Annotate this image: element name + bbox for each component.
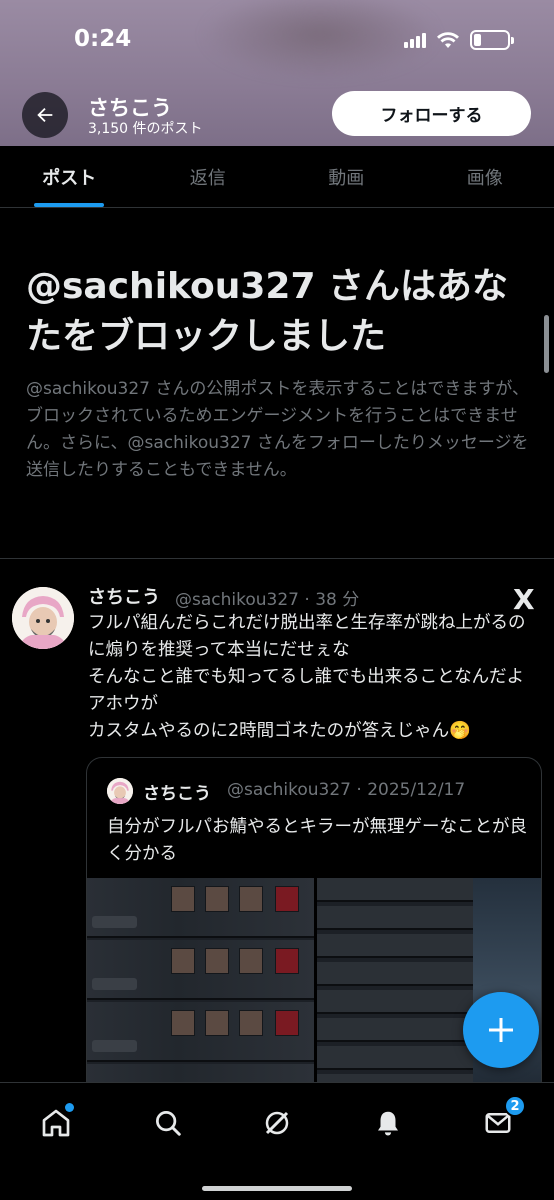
bottom-navigation: 2 [0,1082,554,1200]
nav-notifications[interactable] [366,1101,410,1145]
compose-button[interactable] [463,992,539,1068]
quote-media[interactable] [87,878,541,1096]
post-meta: @sachikou327 · 38 分 [175,590,360,610]
media-image-1[interactable] [87,878,314,1096]
home-indicator [202,1186,352,1191]
arrow-left-icon [37,107,53,123]
avatar[interactable] [12,587,74,649]
post-count: 3,150 件のポスト [88,121,203,137]
quote-author-name: さちこう [143,784,211,804]
home-unread-dot [65,1103,74,1112]
profile-tabs: ポスト 返信 動画 画像 [0,146,554,208]
wifi-icon [437,32,459,48]
tab-replies[interactable]: 返信 [139,146,278,207]
nav-search[interactable] [146,1101,190,1145]
back-button[interactable] [22,92,68,138]
blocked-title: @sachikou327 さんはあなたをブロックしました [26,266,509,357]
quote-avatar [107,778,133,804]
scrollbar[interactable] [544,315,549,373]
status-time: 0:24 [74,26,132,52]
follow-button[interactable]: フォローする [332,91,531,136]
profile-banner: 0:24 さちこう 3,150 件のポスト フォローする [0,0,554,146]
tab-images[interactable]: 画像 [416,146,554,207]
messages-badge: 2 [504,1095,526,1117]
cellular-signal-icon [404,32,426,48]
nav-messages[interactable]: 2 [476,1095,526,1145]
nav-grok[interactable] [255,1101,299,1145]
status-icons [404,30,514,50]
divider [0,558,554,559]
post-author-name[interactable]: さちこう [88,583,160,609]
blocked-description: @sachikou327 さんの公開ポストを表示することはできますが、ブロックさ… [26,379,530,480]
post-text: フルパ組んだらこれだけ脱出率と生存率が跳ね上がるのに煽りを推奨って本当にだせぇな… [88,613,526,741]
grok-icon [265,1111,289,1135]
search-icon [156,1111,181,1136]
quote-meta: @sachikou327 · 2025/12/17 [227,780,466,800]
tab-videos[interactable]: 動画 [277,146,416,207]
nav-home[interactable] [34,1101,78,1145]
bell-icon [378,1111,398,1136]
plus-icon [489,1018,513,1042]
tab-posts[interactable]: ポスト [0,146,139,207]
quote-text: 自分がフルパお鯖やるとキラーが無理ゲーなことが良く分かる [107,817,527,864]
battery-icon [470,30,514,50]
